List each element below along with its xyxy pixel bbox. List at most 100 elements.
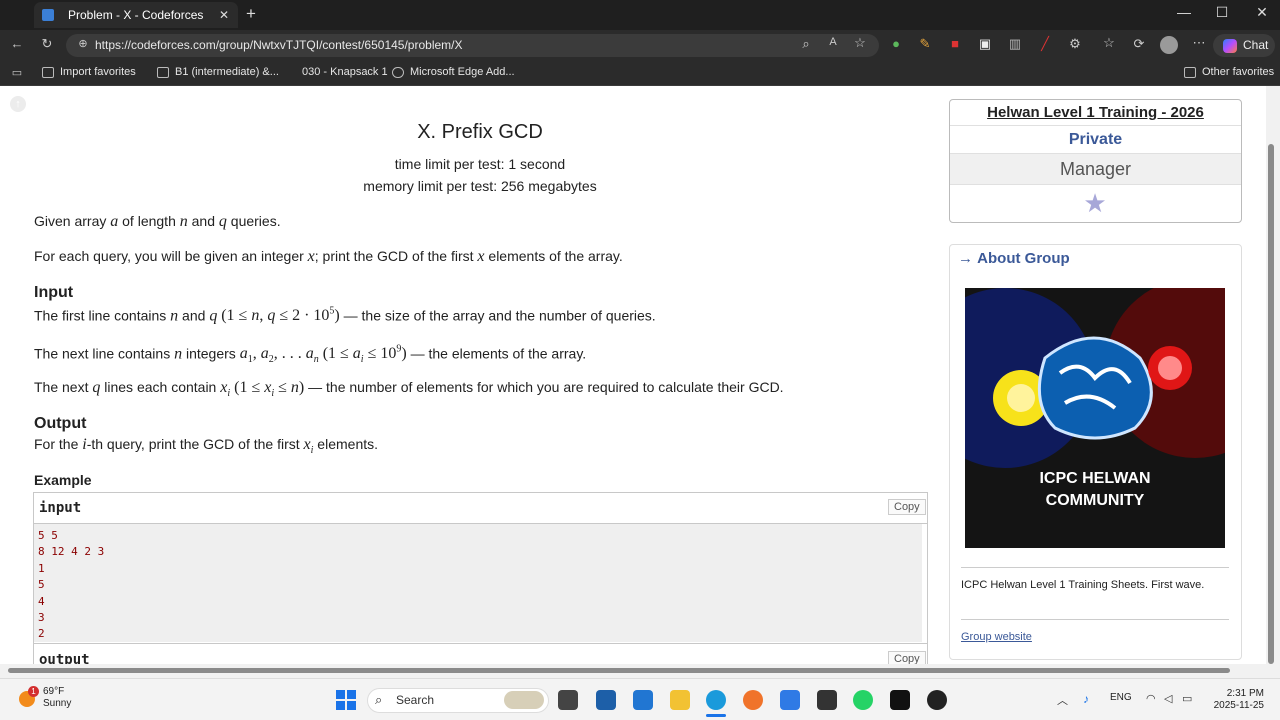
vertical-scroll-thumb[interactable] xyxy=(1268,144,1274,664)
weather-widget[interactable]: 69°F Sunny xyxy=(43,686,71,710)
favorite-edge-addons[interactable]: Microsoft Edge Add... xyxy=(392,66,515,78)
volume-icon[interactable]: ◁ xyxy=(1164,692,1172,705)
browser-tab[interactable]: Problem - X - Codeforces ✕ xyxy=(34,2,238,28)
group-name-link[interactable]: Helwan Level 1 Training - 2026 xyxy=(950,100,1241,126)
extension-brush-icon[interactable]: ╱ xyxy=(1036,36,1054,52)
favorite-label: 030 - Knapsack 1 xyxy=(302,66,388,78)
time: 2:31 PM xyxy=(1226,688,1264,699)
extension-chart-icon[interactable]: ▥ xyxy=(1006,36,1024,52)
problem-title: X. Prefix GCD xyxy=(417,121,543,143)
todo-icon[interactable] xyxy=(780,690,800,710)
search-highlight-image[interactable] xyxy=(504,691,544,709)
scroll-top-icon[interactable]: ↑ xyxy=(10,96,26,112)
favorite-import[interactable]: Import favorites xyxy=(42,66,136,78)
example-header: Example xyxy=(34,472,92,488)
refresh-icon[interactable]: ↻ xyxy=(38,36,56,52)
app-icon-red[interactable] xyxy=(927,690,947,710)
date: 2025-11-25 xyxy=(1213,700,1264,711)
favorite-label: Import favorites xyxy=(60,66,136,78)
input-header: Input xyxy=(34,284,74,301)
favorite-b1[interactable]: B1 (intermediate) &... xyxy=(157,66,279,78)
arrow-icon: → xyxy=(958,250,978,267)
new-tab-icon[interactable]: + xyxy=(246,4,256,24)
memory-limit: memory limit per test: 256 megabytes xyxy=(363,178,597,194)
site-info-icon[interactable]: ⊕ xyxy=(74,37,92,50)
input-line-1: The first line contains n and q (1 ≤ n, … xyxy=(34,306,656,325)
output-line: For the i-th query, print the GCD of the… xyxy=(34,436,379,457)
notification-badge: 1 xyxy=(28,686,39,697)
history-icon[interactable]: ⟳ xyxy=(1130,36,1148,52)
divider xyxy=(961,567,1229,568)
star-icon[interactable]: ★ xyxy=(1080,188,1110,218)
blank-favicon-icon xyxy=(284,67,296,78)
favorite-knapsack[interactable]: 030 - Knapsack 1 xyxy=(284,66,388,78)
divider xyxy=(961,619,1229,620)
close-window-icon[interactable]: ✕ xyxy=(1252,4,1272,21)
windows-start-icon[interactable] xyxy=(336,690,356,710)
globe-icon xyxy=(392,66,404,78)
more-menu-icon[interactable]: ⋯ xyxy=(1190,35,1208,51)
extension-green-icon[interactable]: ● xyxy=(887,36,905,51)
clion-icon[interactable] xyxy=(890,690,910,710)
statement-line-1: Given array a of length n and q queries. xyxy=(34,213,281,230)
file-explorer-icon[interactable] xyxy=(670,690,690,710)
active-app-indicator xyxy=(706,714,726,717)
time-limit: time limit per test: 1 second xyxy=(394,156,566,172)
extension-red-icon[interactable]: ■ xyxy=(946,36,964,51)
profile-avatar[interactable] xyxy=(1160,36,1178,54)
weather-condition: Sunny xyxy=(43,698,72,709)
sample-divider xyxy=(34,643,927,644)
clock[interactable]: 2:31 PM 2025-11-25 xyxy=(1212,688,1264,712)
back-icon[interactable]: ← xyxy=(8,36,26,51)
app-icon-dark[interactable] xyxy=(817,690,837,710)
about-group-header: → About Group xyxy=(958,250,1070,267)
extension-pen-icon[interactable]: ✎ xyxy=(916,36,934,52)
output-header: Output xyxy=(34,415,87,432)
other-favorites-label: Other favorites xyxy=(1202,66,1275,78)
temperature: 69°F xyxy=(43,686,65,697)
group-role: Manager xyxy=(950,154,1241,185)
search-placeholder: Search xyxy=(396,693,435,707)
edge-icon[interactable] xyxy=(706,690,726,710)
maximize-icon[interactable]: ☐ xyxy=(1212,4,1232,21)
read-aloud-icon[interactable]: A xyxy=(824,36,842,48)
sidebar-toggle-icon[interactable]: ▭ xyxy=(8,66,26,79)
group-privacy: Private xyxy=(950,126,1241,154)
task-view-icon[interactable] xyxy=(558,690,578,710)
copy-input-button[interactable]: Copy xyxy=(888,499,926,515)
language-indicator[interactable]: ENG xyxy=(1110,692,1132,703)
sample-input-content[interactable]: 5 5 8 12 4 2 3 1 5 4 3 2 xyxy=(34,524,922,642)
folder-icon xyxy=(1184,66,1196,78)
chat-label: Chat xyxy=(1243,38,1269,52)
tray-chevron-icon[interactable]: ︿ xyxy=(1057,692,1068,708)
group-website-link[interactable]: Group website xyxy=(961,631,1032,643)
favorite-label: Microsoft Edge Add... xyxy=(410,66,515,78)
wifi-icon[interactable]: ◠ xyxy=(1146,692,1156,705)
page-icon xyxy=(157,66,169,78)
zoom-icon[interactable]: ⌕ xyxy=(797,36,815,52)
minimize-icon[interactable]: — xyxy=(1174,4,1194,20)
tab-close-icon[interactable]: ✕ xyxy=(218,8,230,22)
import-icon xyxy=(42,66,54,78)
app-store-icon[interactable] xyxy=(596,690,616,710)
address-bar[interactable]: https://codeforces.com/group/NwtxvTJTQI/… xyxy=(66,34,879,57)
other-favorites[interactable]: Other favorites xyxy=(1184,66,1274,78)
extensions-puzzle-icon[interactable]: ⚙ xyxy=(1066,36,1084,52)
sample-input-label: input xyxy=(39,500,82,516)
search-icon: ⌕ xyxy=(375,692,383,707)
app-icon[interactable] xyxy=(633,690,653,710)
favorites-icon[interactable]: ☆ xyxy=(1100,35,1118,51)
statement-line-2: For each query, you will be given an int… xyxy=(34,248,623,265)
extension-app-icon[interactable]: ▣ xyxy=(976,36,994,52)
firefox-icon[interactable] xyxy=(743,690,763,710)
horizontal-scroll-thumb[interactable] xyxy=(8,668,1230,673)
whatsapp-icon[interactable] xyxy=(853,690,873,710)
input-line-3: The next q lines each contain xi (1 ≤ xi… xyxy=(34,379,784,400)
input-line-2: The next line contains n integers a1, a2… xyxy=(34,344,587,366)
microphone-icon[interactable]: ♪ xyxy=(1083,692,1089,706)
favorite-star-icon[interactable]: ☆ xyxy=(851,35,869,51)
copilot-chat-button[interactable]: Chat xyxy=(1213,34,1275,57)
battery-icon[interactable]: ▭ xyxy=(1182,692,1192,705)
favorite-label: B1 (intermediate) &... xyxy=(175,66,279,78)
codeforces-favicon-icon xyxy=(42,9,54,21)
